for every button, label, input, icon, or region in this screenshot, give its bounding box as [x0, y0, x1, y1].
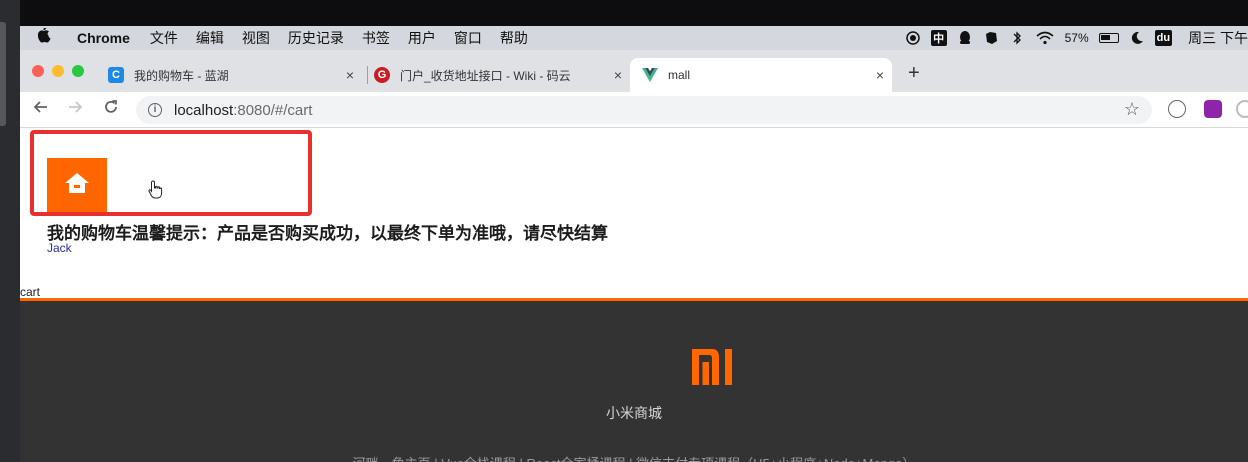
- battery-icon[interactable]: [1098, 30, 1119, 46]
- menu-people[interactable]: 用户: [408, 28, 436, 48]
- url-host: localhost: [174, 101, 234, 119]
- input-method-icon[interactable]: 中: [930, 30, 947, 46]
- cart-notice-title: 我的购物车温馨提示：产品是否购买成功，以最终下单为准哦，请尽快结算: [47, 224, 608, 243]
- forward-arrow-icon[interactable]: [66, 98, 84, 121]
- left-dock: [0, 0, 20, 462]
- lanhu-icon: C: [108, 67, 124, 83]
- reload-icon[interactable]: [102, 98, 120, 121]
- vue-icon: [642, 67, 658, 83]
- record-icon[interactable]: [905, 30, 921, 46]
- tab-separator: [367, 66, 368, 84]
- evernote-icon[interactable]: [983, 30, 999, 46]
- extension-round-icon[interactable]: [1236, 100, 1248, 118]
- username-link[interactable]: Jack: [47, 241, 72, 255]
- menu-bookmarks[interactable]: 书签: [362, 28, 390, 48]
- tab-gitee-wiki[interactable]: G 门户_收货地址接口 - Wiki - 码云 ×: [374, 58, 630, 92]
- close-tab-icon[interactable]: ×: [346, 67, 354, 83]
- clock-text[interactable]: 周三 下午: [1188, 30, 1248, 46]
- tab-title: 我的购物车 - 蓝湖: [134, 68, 229, 83]
- menubar-status-area: 中 57% du 周三 下午: [905, 26, 1248, 50]
- extension-rp-icon[interactable]: [1204, 100, 1222, 118]
- menu-history[interactable]: 历史记录: [288, 28, 344, 48]
- qq-icon[interactable]: [957, 30, 973, 46]
- apple-menu-icon[interactable]: [37, 26, 58, 48]
- extension-circle-icon[interactable]: [1168, 100, 1186, 118]
- tab-mall[interactable]: mall ×: [630, 58, 892, 92]
- app-menu-chrome[interactable]: Chrome: [77, 30, 130, 46]
- close-tab-icon[interactable]: ×: [876, 67, 884, 83]
- zoom-window-button[interactable]: [72, 65, 84, 77]
- footer-title: 小米商城: [606, 405, 662, 421]
- site-footer: 小米商城 河畔一角主页 | Vue全栈课程 | React全家桶课程 | 微信支…: [20, 301, 1248, 462]
- tab-title: 门户_收货地址接口 - Wiki - 码云: [400, 68, 571, 83]
- minimize-window-button[interactable]: [52, 65, 64, 77]
- new-tab-button[interactable]: +: [908, 62, 920, 85]
- route-label: cart: [20, 285, 41, 299]
- tab-lanhu[interactable]: C 我的购物车 - 蓝湖 ×: [108, 58, 362, 92]
- wifi-icon[interactable]: [1035, 30, 1055, 46]
- bluetooth-icon[interactable]: [1009, 30, 1025, 46]
- site-info-icon[interactable]: i: [148, 103, 162, 117]
- hand-cursor-icon: [148, 180, 164, 205]
- tab-title: mall: [668, 68, 691, 82]
- screen: Chrome 文件 编辑 视图 历史记录 书签 用户 窗口 帮助 中 57% d…: [0, 0, 1248, 462]
- bookmark-star-icon[interactable]: ☆: [1124, 99, 1140, 120]
- menu-view[interactable]: 视图: [242, 28, 270, 48]
- moon-icon[interactable]: [1129, 30, 1145, 46]
- url-path: :8080/#/cart: [233, 101, 313, 119]
- page-content: 我的购物车温馨提示：产品是否购买成功，以最终下单为准哦，请尽快结算 Jack c…: [20, 128, 1248, 462]
- close-tab-icon[interactable]: ×: [614, 67, 622, 83]
- close-window-button[interactable]: [32, 65, 44, 77]
- gitee-icon: G: [374, 67, 390, 83]
- address-bar[interactable]: i localhost:8080/#/cart ☆: [136, 96, 1152, 124]
- menu-help[interactable]: 帮助: [500, 28, 528, 48]
- back-arrow-icon[interactable]: [32, 98, 50, 121]
- battery-percent: 57%: [1064, 31, 1089, 45]
- mac-menubar: Chrome 文件 编辑 视图 历史记录 书签 用户 窗口 帮助 中 57% d…: [20, 26, 1248, 50]
- menu-window[interactable]: 窗口: [454, 28, 482, 48]
- tab-strip: C 我的购物车 - 蓝湖 × G 门户_收货地址接口 - Wiki - 码云 ×…: [20, 50, 1248, 92]
- mi-logo-icon[interactable]: [692, 349, 752, 390]
- dock-notch: [0, 22, 6, 126]
- menu-edit[interactable]: 编辑: [196, 28, 224, 48]
- highlight-box: [30, 130, 312, 216]
- menu-file[interactable]: 文件: [150, 28, 178, 48]
- browser-toolbar: i localhost:8080/#/cart ☆: [20, 92, 1248, 128]
- top-strip: [0, 0, 1248, 26]
- footer-links[interactable]: 河畔一角主页 | Vue全栈课程 | React全家桶课程 | 微信支付专项课程…: [20, 453, 1248, 462]
- du-extension-icon[interactable]: du: [1154, 30, 1173, 46]
